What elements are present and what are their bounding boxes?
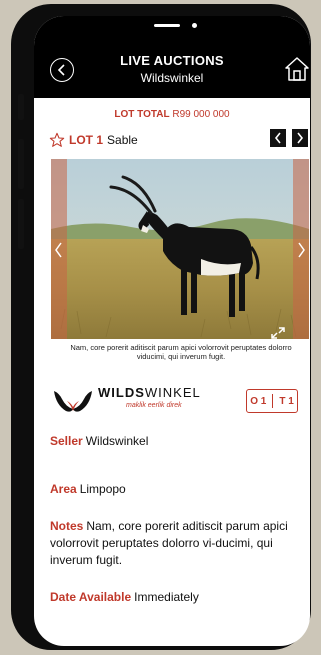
area-label: Area [50,482,77,496]
photo-caption: Nam, core porerit aditiscit parum apici … [70,343,292,361]
brand-name-regular: WINKEL [144,385,201,400]
phone-frame: LIVE AUCTIONS Wildswinkel LOT TOTAL R99 … [11,4,311,650]
seller-value: Wildswinkel [85,434,149,448]
page-subtitle: Wildswinkel [140,71,204,85]
chevron-right-icon [298,242,305,258]
app-header: LIVE AUCTIONS Wildswinkel [34,16,310,98]
chevron-left-icon [55,242,62,258]
area-value: Limpopo [79,482,126,496]
lot-badge: O 1 T 1 [246,389,298,413]
badge-left: O 1 [250,395,267,407]
brand-name-bold: WILDS [98,385,145,400]
expand-icon[interactable] [271,327,285,339]
volume-button [18,139,24,189]
photo-next-overlay[interactable] [293,159,309,339]
brand-logo: WILDSWINKEL maklik eerlik direk [52,385,252,417]
horns-logo-icon [54,391,92,412]
side-button [18,94,24,120]
speaker-bar [154,24,180,27]
notes-field: Notes Nam, core porerit aditiscit parum a… [50,518,306,569]
lot-total-label: LOT TOTAL [114,109,170,120]
previous-lot-button[interactable] [270,129,286,147]
volume-button [18,199,24,249]
chevron-right-icon [297,132,304,144]
seller-field: Seller Wildswinkel [50,433,300,450]
page-title: LIVE AUCTIONS [120,53,224,68]
notes-value: Nam, core porerit aditiscit parum apici … [50,519,288,567]
home-icon[interactable] [285,56,309,82]
chevron-left-icon [274,132,281,144]
star-icon[interactable] [49,132,65,148]
seller-label: Seller [50,434,83,448]
brand-tagline: maklik eerlik direk [126,402,182,409]
lot-total: LOT TOTAL R99 000 000 [34,109,310,120]
lot-total-value: R99 000 000 [172,109,230,120]
notes-label: Notes [50,519,84,533]
area-field: Area Limpopo [50,481,300,498]
sable-antelope-image [51,159,309,339]
photo-prev-overlay[interactable] [51,159,67,339]
camera-dot [192,23,197,28]
badge-divider [272,394,274,408]
lot-number: LOT 1 [69,133,104,147]
app-screen: LIVE AUCTIONS Wildswinkel LOT TOTAL R99 … [34,16,310,646]
date-available-field: Date Available Immediately [50,589,300,606]
lot-heading: LOT 1 Sable [49,131,138,149]
date-available-value: Immediately [134,590,199,604]
lot-name: Sable [107,133,138,147]
badge-right: T 1 [279,395,294,407]
brand-name: WILDSWINKEL [98,385,201,400]
date-available-label: Date Available [50,590,132,604]
next-lot-button[interactable] [292,129,308,147]
lot-photo[interactable] [51,159,309,339]
